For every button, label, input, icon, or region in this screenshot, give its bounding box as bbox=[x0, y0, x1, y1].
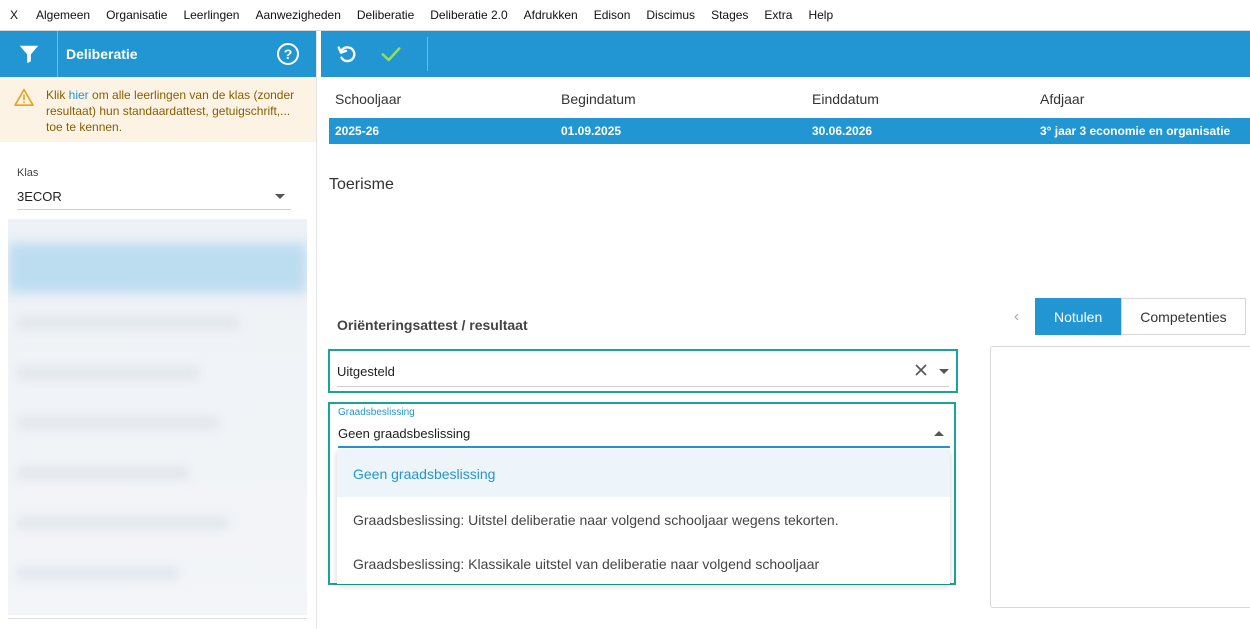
list-item[interactable] bbox=[18, 417, 218, 429]
menu-deliberatie[interactable]: Deliberatie bbox=[349, 0, 422, 31]
selected-student-row[interactable] bbox=[8, 243, 307, 293]
warning-text: Klik hier om alle leerlingen van de klas… bbox=[46, 88, 295, 134]
list-item[interactable] bbox=[18, 317, 238, 329]
graads-dropdown: Geen graadsbeslissing Graadsbeslissing: … bbox=[337, 450, 950, 584]
menu-algemeen[interactable]: Algemeen bbox=[28, 0, 98, 31]
table-row[interactable]: 2025-26 01.09.2025 30.06.2026 3° jaar 3 … bbox=[329, 118, 1250, 144]
chevron-up-icon[interactable] bbox=[934, 430, 944, 436]
klas-value: 3ECOR bbox=[17, 188, 62, 204]
menu-discimus[interactable]: Discimus bbox=[638, 0, 703, 31]
info-table-header: Schooljaar Begindatum Einddatum Afdjaar bbox=[329, 91, 1250, 113]
cell-schooljaar: 2025-26 bbox=[335, 124, 380, 138]
orientation-value: Uitgesteld bbox=[337, 364, 395, 379]
klas-select[interactable]: 3ECOR bbox=[17, 183, 291, 210]
checkmark-icon[interactable] bbox=[369, 31, 413, 77]
col-afdjaar: Afdjaar bbox=[1040, 91, 1085, 107]
divider bbox=[8, 618, 307, 619]
tab-bar: ‹ Notulen Competenties bbox=[998, 298, 1246, 335]
list-item[interactable] bbox=[18, 367, 198, 379]
toolbar bbox=[321, 31, 1250, 77]
orientation-title: Oriënteringsattest / resultaat bbox=[337, 317, 528, 333]
chevron-down-icon bbox=[275, 193, 285, 199]
klas-label: Klas bbox=[17, 167, 39, 179]
menu-afdrukken[interactable]: Afdrukken bbox=[516, 0, 586, 31]
menu-extra[interactable]: Extra bbox=[756, 0, 800, 31]
chevron-down-icon[interactable] bbox=[939, 369, 949, 374]
tab-competenties[interactable]: Competenties bbox=[1121, 298, 1246, 335]
main-panel: Schooljaar Begindatum Einddatum Afdjaar … bbox=[321, 31, 1250, 629]
col-einddatum: Einddatum bbox=[812, 91, 879, 107]
tab-notulen[interactable]: Notulen bbox=[1035, 298, 1122, 335]
graads-select[interactable]: Geen graadsbeslissing bbox=[338, 420, 950, 448]
warning-link[interactable]: hier bbox=[69, 88, 89, 102]
graads-label: Graadsbeslissing bbox=[338, 407, 415, 418]
help-icon[interactable]: ? bbox=[277, 43, 299, 65]
col-schooljaar: Schooljaar bbox=[335, 91, 402, 107]
chevron-left-icon[interactable]: ‹ bbox=[998, 298, 1035, 335]
menu-leerlingen[interactable]: Leerlingen bbox=[175, 0, 247, 31]
sidebar-title: Deliberatie bbox=[66, 46, 138, 62]
list-item[interactable] bbox=[18, 517, 228, 529]
menu-edison[interactable]: Edison bbox=[586, 0, 639, 31]
menu-stages[interactable]: Stages bbox=[703, 0, 756, 31]
orientation-field-highlight: Uitgesteld bbox=[328, 349, 958, 393]
student-list[interactable] bbox=[8, 219, 307, 615]
list-item[interactable] bbox=[18, 567, 178, 579]
dropdown-option[interactable]: Graadsbeslissing: Klassikale uitstel van… bbox=[337, 543, 950, 584]
undo-icon[interactable] bbox=[325, 31, 369, 77]
filter-icon[interactable] bbox=[0, 31, 58, 77]
menu-organisatie[interactable]: Organisatie bbox=[98, 0, 175, 31]
col-begindatum: Begindatum bbox=[561, 91, 636, 107]
menu-aanwezigheden[interactable]: Aanwezigheden bbox=[247, 0, 348, 31]
orientation-select[interactable]: Uitgesteld bbox=[337, 357, 949, 387]
menu-help[interactable]: Help bbox=[800, 0, 841, 31]
menu-close[interactable]: X bbox=[0, 0, 28, 31]
sidebar: Deliberatie ? Klik hier om alle leerling… bbox=[0, 31, 317, 629]
notes-panel[interactable] bbox=[990, 346, 1250, 608]
sidebar-header: Deliberatie ? bbox=[0, 31, 316, 77]
graads-field-highlight: Graadsbeslissing Geen graadsbeslissing G… bbox=[328, 402, 956, 585]
cell-begindatum: 01.09.2025 bbox=[561, 124, 622, 138]
section-title: Toerisme bbox=[329, 176, 394, 193]
cell-afdjaar: 3° jaar 3 economie en organisatie bbox=[1040, 124, 1231, 138]
close-icon[interactable] bbox=[915, 364, 927, 379]
menu-bar: X Algemeen Organisatie Leerlingen Aanwez… bbox=[0, 0, 1250, 31]
warning-message: Klik hier om alle leerlingen van de klas… bbox=[0, 77, 316, 142]
warning-icon bbox=[14, 87, 34, 142]
menu-deliberatie-2[interactable]: Deliberatie 2.0 bbox=[422, 0, 515, 31]
cell-einddatum: 30.06.2026 bbox=[812, 124, 873, 138]
graads-value: Geen graadsbeslissing bbox=[338, 425, 471, 441]
dropdown-option[interactable]: Geen graadsbeslissing bbox=[337, 450, 950, 497]
toolbar-divider bbox=[427, 37, 428, 71]
dropdown-option[interactable]: Graadsbeslissing: Uitstel deliberatie na… bbox=[337, 497, 950, 543]
list-item[interactable] bbox=[18, 467, 188, 479]
